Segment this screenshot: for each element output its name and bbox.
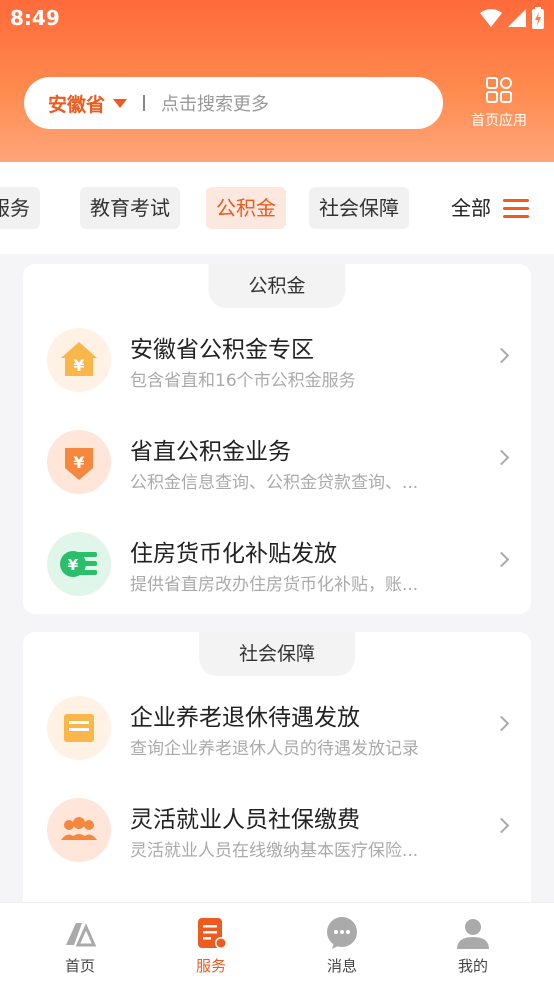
list-item[interactable]: 灵活就业人员社保缴费 灵活就业人员在线缴纳基本医疗保险... xyxy=(23,780,531,880)
svg-text:¥: ¥ xyxy=(73,453,84,472)
item-desc: 提供省直房改办住房货币化补贴，账... xyxy=(130,575,419,595)
list-item[interactable]: ¥ 省直公积金业务 公积金信息查询、公积金贷款查询、... xyxy=(23,412,531,512)
list-item[interactable]: ¥ 住房货币化补贴发放 提供省直房改办住房货币化补贴，账... xyxy=(23,514,531,614)
item-desc: 包含省直和16个市公积金服务 xyxy=(130,371,356,391)
search-divider xyxy=(143,95,146,111)
nav-messages-label: 消息 xyxy=(326,957,357,975)
item-title: 安徽省公积金专区 xyxy=(130,337,314,363)
chevron-right-icon xyxy=(493,551,510,568)
chevron-right-icon xyxy=(493,449,510,466)
category-tabs: 服务 教育考试 公积金 社会保障 全部 xyxy=(0,162,554,254)
item-desc: 查询企业养老退休人员的待遇发放记录 xyxy=(130,739,419,759)
home-apps-label: 首页应用 xyxy=(471,113,527,129)
caret-down-icon xyxy=(113,98,128,108)
nav-profile[interactable]: 我的 xyxy=(433,915,513,976)
tab-all-label: 全部 xyxy=(451,196,491,220)
tab-housing-fund[interactable]: 公积金 xyxy=(206,187,286,229)
section-card-social-security: 社会保障 企业养老退休待遇发放 查询企业养老退休人员的待遇发放记录 灵活就业人员… xyxy=(23,632,531,922)
home-logo-icon xyxy=(66,923,97,947)
tab-social-security[interactable]: 社会保障 xyxy=(309,187,409,229)
tab-all-button[interactable]: 全部 xyxy=(451,187,529,229)
header: 8:49 安徽省 点击搜索更多 首页应用 xyxy=(0,0,554,162)
nav-profile-label: 我的 xyxy=(457,957,488,975)
nav-home[interactable]: 首页 xyxy=(40,915,120,976)
svg-text:¥: ¥ xyxy=(68,556,79,574)
search-input[interactable]: 点击搜索更多 xyxy=(161,90,269,116)
nav-service[interactable]: 服务 xyxy=(171,915,251,976)
document-icon xyxy=(47,696,111,760)
signal-icon xyxy=(508,9,526,27)
list-item[interactable]: 企业养老退休待遇发放 查询企业养老退休人员的待遇发放记录 xyxy=(23,678,531,778)
user-icon xyxy=(457,919,489,949)
nav-messages[interactable]: 消息 xyxy=(302,915,382,976)
nav-service-label: 服务 xyxy=(195,957,226,975)
house-yen-icon: ¥ xyxy=(47,328,111,392)
province-label: 安徽省 xyxy=(48,93,106,116)
grid-apps-icon xyxy=(486,77,512,103)
wifi-icon xyxy=(480,9,502,27)
status-time: 8:49 xyxy=(10,6,60,30)
list-item[interactable]: ¥ 安徽省公积金专区 包含省直和16个市公积金服务 xyxy=(23,310,531,410)
item-desc: 公积金信息查询、公积金贷款查询、... xyxy=(130,473,419,493)
item-desc: 灵活就业人员在线缴纳基本医疗保险... xyxy=(130,841,419,861)
people-icon xyxy=(47,798,111,862)
chevron-right-icon xyxy=(493,817,510,834)
svg-text:¥: ¥ xyxy=(73,356,84,375)
section-card-housing-fund: 公积金 ¥ 安徽省公积金专区 包含省直和16个市公积金服务 ¥ 省直公积金业务 … xyxy=(23,264,531,614)
tab-education-exam[interactable]: 教育考试 xyxy=(80,187,180,229)
section-title: 社会保障 xyxy=(198,632,356,676)
item-title: 省直公积金业务 xyxy=(130,439,291,465)
battery-icon xyxy=(532,7,544,29)
bottom-nav: 首页 服务 消息 我的 xyxy=(0,902,554,985)
chevron-right-icon xyxy=(493,347,510,364)
message-icon xyxy=(327,917,357,949)
search-bar[interactable]: 安徽省 点击搜索更多 xyxy=(24,77,443,129)
section-title: 公积金 xyxy=(208,264,346,308)
yen-coins-icon: ¥ xyxy=(47,532,111,596)
chevron-right-icon xyxy=(493,715,510,732)
tab-service[interactable]: 服务 xyxy=(0,187,40,229)
nav-home-label: 首页 xyxy=(64,957,95,975)
service-icon xyxy=(198,918,227,949)
item-title: 企业养老退休待遇发放 xyxy=(130,705,360,731)
menu-icon xyxy=(503,194,529,223)
status-icons xyxy=(480,7,544,29)
item-title: 灵活就业人员社保缴费 xyxy=(130,807,360,833)
yen-download-icon: ¥ xyxy=(47,430,111,494)
province-selector[interactable]: 安徽省 xyxy=(48,90,128,117)
status-bar: 8:49 xyxy=(0,0,554,38)
home-apps-button[interactable]: 首页应用 xyxy=(464,76,534,130)
item-title: 住房货币化补贴发放 xyxy=(130,541,337,567)
